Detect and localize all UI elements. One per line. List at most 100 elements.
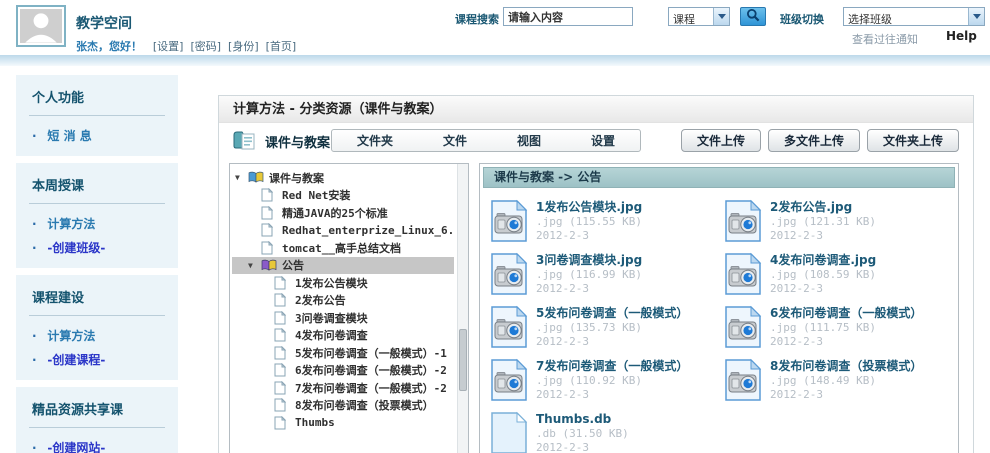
tree-item[interactable]: Thumbs [232,414,454,432]
greeting-link[interactable]: [身份] [228,40,259,53]
folder-tree: ▼ 课件与教案 Red Net安装 精通JAVA的25个标准 Redhat_en… [232,169,454,432]
file-item[interactable]: 3问卷调查模块.jpg .jpg (116.99 KB) 2012-2-3 [490,252,718,296]
upload-file-button[interactable]: 文件上传 [681,129,761,152]
tree-item[interactable]: 8发布问卷调查（投票模式） [232,397,454,415]
file-name[interactable]: 8发布问卷调查（投票模式） [770,359,922,374]
file-meta: .jpg (108.59 KB) [770,268,876,282]
file-item[interactable]: 1发布公告模块.jpg .jpg (115.55 KB) 2012-2-3 [490,199,718,243]
sidebar-item[interactable]: · 短 消 息 [16,124,178,148]
greeting-link[interactable]: [设置] [153,40,184,53]
file-name[interactable]: 4发布问卷调查.jpg [770,253,876,268]
bullet-icon: · [32,353,37,367]
tree-item[interactable]: Red Net安装 [232,187,454,205]
search-input[interactable] [503,7,633,26]
tree-item[interactable]: 1发布公告模块 [232,274,454,292]
sidebar-link[interactable]: 计算方法 [47,329,95,343]
greeting: 张杰，您好！ [设置][密码][身份][首页] [76,38,296,54]
sidebar-item[interactable]: · 计算方法 [16,212,178,236]
file-item[interactable]: 4发布问卷调查.jpg .jpg (108.59 KB) 2012-2-3 [724,252,952,296]
document-icon [261,188,278,202]
magnifier-icon [746,8,760,25]
tree-item[interactable]: 2发布公告 [232,292,454,310]
document-icon [274,328,291,342]
document-icon [274,416,291,430]
file-name[interactable]: 3问卷调查模块.jpg [536,253,642,268]
sidebar-item[interactable]: · -创建班级- [16,236,178,260]
bullet-icon: · [32,329,37,343]
tree-item[interactable]: ▼ 公告 [232,257,454,275]
sidebar-item[interactable]: · -创建网站- [16,436,178,453]
file-meta: .jpg (121.31 KB) [770,215,876,229]
tree-item-label: 3问卷调查模块 [295,310,368,326]
greeting-link[interactable]: [密码] [190,40,221,53]
class-select[interactable]: 选择班级 [843,7,985,26]
document-icon [274,276,291,290]
file-item[interactable]: 5发布问卷调查（一般模式） .jpg (135.73 KB) 2012-2-3 [490,305,718,349]
tree-scrollbar-thumb[interactable] [459,329,467,391]
file-date: 2012-2-3 [536,335,688,349]
file-name[interactable]: 1发布公告模块.jpg [536,200,642,215]
file-name[interactable]: 2发布公告.jpg [770,200,876,215]
file-item[interactable]: 2发布公告.jpg .jpg (121.31 KB) 2012-2-3 [724,199,952,243]
upload-multi-file-button[interactable]: 多文件上传 [768,129,860,152]
file-item[interactable]: 8发布问卷调查（投票模式） .jpg (148.49 KB) 2012-2-3 [724,358,952,402]
tree-scrollbar[interactable] [457,164,468,453]
file-name[interactable]: 6发布问卷调查（一般模式） [770,306,922,321]
chevron-down-icon[interactable] [968,8,984,25]
greeting-link[interactable]: [首页] [266,40,297,53]
search-type-select[interactable]: 课程 [668,7,730,26]
file-date: 2012-2-3 [536,229,642,243]
sidebar-link[interactable]: -创建班级- [47,241,105,255]
jpg-file-icon [724,305,762,349]
file-name[interactable]: 7发布问卷调查（一般模式） [536,359,688,374]
tree-item-label: Redhat_enterprize_Linux_6.0安 [282,222,454,238]
menu-item[interactable]: 设置 [583,132,623,149]
sidebar-link[interactable]: 短 消 息 [47,129,91,143]
sidebar-link[interactable]: -创建课程- [47,353,105,367]
file-item[interactable]: Thumbs.db .db (31.50 KB) 2012-2-3 [490,411,718,453]
sidebar-item[interactable]: · 计算方法 [16,324,178,348]
file-text: 1发布公告模块.jpg .jpg (115.55 KB) 2012-2-3 [536,199,642,243]
file-name[interactable]: Thumbs.db [536,412,629,427]
file-name[interactable]: 5发布问卷调查（一般模式） [536,306,688,321]
tree-item[interactable]: 精通JAVA的25个标准 [232,204,454,222]
upload-folder-button[interactable]: 文件夹上传 [867,129,959,152]
jpg-file-icon [490,358,528,402]
menu-item[interactable]: 视图 [509,132,549,149]
sidebar-link[interactable]: -创建网站- [47,441,105,453]
avatar[interactable] [16,5,66,47]
tree-item[interactable]: 5发布问卷调查（一般模式）-1 [232,344,454,362]
tree-item[interactable]: 4发布问卷调查 [232,327,454,345]
tree-item[interactable]: Redhat_enterprize_Linux_6.0安 [232,222,454,240]
files-grid: 1发布公告模块.jpg .jpg (115.55 KB) 2012-2-3 2发… [480,191,958,453]
tree-item[interactable]: ▼ 课件与教案 [232,169,454,187]
file-item[interactable]: 7发布问卷调查（一般模式） .jpg (110.92 KB) 2012-2-3 [490,358,718,402]
caret-down-icon[interactable]: ▼ [235,173,248,182]
tree-item[interactable]: 6发布问卷调查（一般模式）-2 [232,362,454,380]
sidebar-section-title: 个人功能 [16,85,178,115]
tree-item[interactable]: 3问卷调查模块 [232,309,454,327]
file-item[interactable]: 6发布问卷调查（一般模式） .jpg (111.75 KB) 2012-2-3 [724,305,952,349]
tree-item[interactable]: tomcat__高手总结文档 [232,239,454,257]
jpg-file-icon [490,199,528,243]
sidebar-section-title: 精品资源共享课 [16,397,178,427]
jpg-file-icon [724,358,762,402]
view-past-notices-link[interactable]: 查看过往通知 [852,31,918,47]
bullet-icon: · [32,217,37,231]
document-icon [274,293,291,307]
caret-down-icon[interactable]: ▼ [248,261,261,270]
help-link[interactable]: Help [946,29,977,43]
file-meta: .jpg (148.49 KB) [770,374,922,388]
tree-item[interactable]: 7发布问卷调查（一般模式）-2 [232,379,454,397]
document-icon [274,363,291,377]
file-meta: .jpg (115.55 KB) [536,215,642,229]
menu-item[interactable]: 文件 [435,132,475,149]
sidebar-link[interactable]: 计算方法 [47,217,95,231]
file-date: 2012-2-3 [770,282,876,296]
document-icon [261,223,278,237]
menu-item[interactable]: 文件夹 [349,132,401,149]
header-divider-strip [0,55,990,66]
search-button[interactable] [740,7,766,26]
chevron-down-icon[interactable] [713,8,729,25]
sidebar-item[interactable]: · -创建课程- [16,348,178,372]
